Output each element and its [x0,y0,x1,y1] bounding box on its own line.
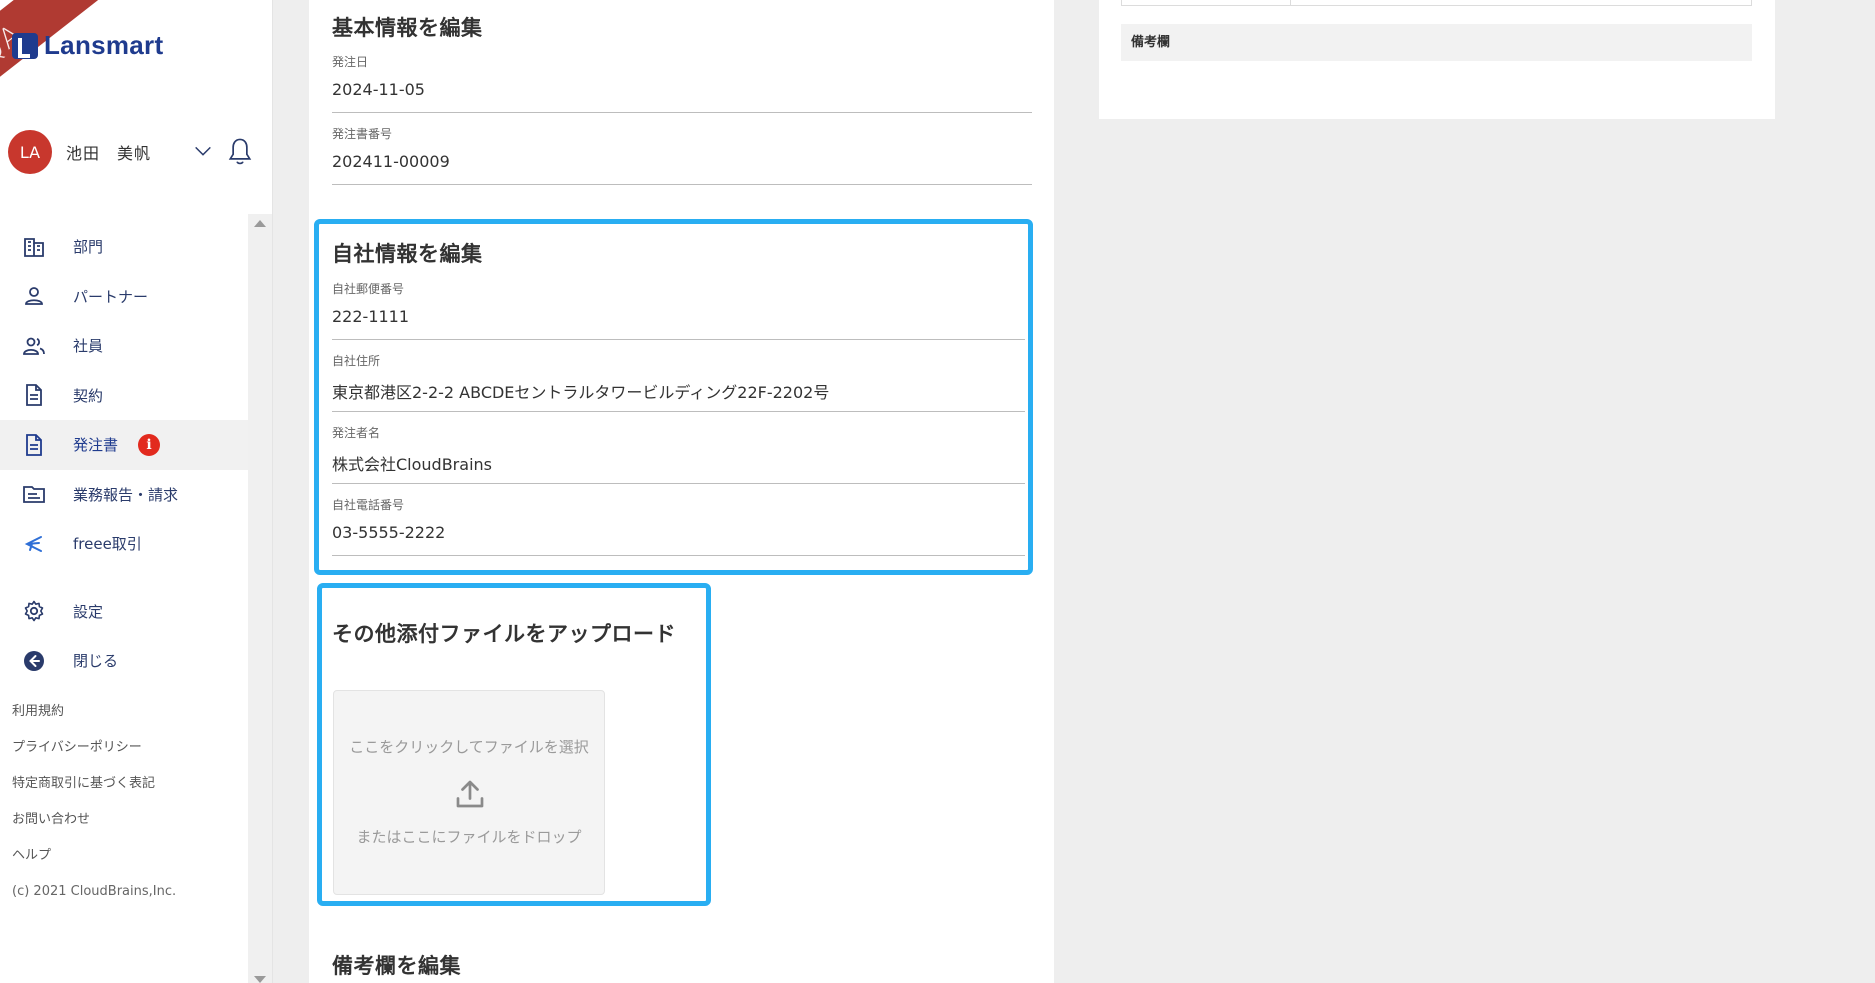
sidebar-item-settings[interactable]: 設定 [0,587,248,637]
dropzone-drop-text: またはここにファイルをドロップ [356,828,582,846]
user-name: 池田 美帆 [66,144,152,163]
company-info-title: 自社情報を編集 [332,242,483,266]
sidebar-item-purchase-orders[interactable]: 発注書 i [0,420,248,470]
sidebar-item-label: freee取引 [73,535,142,554]
remarks-edit-title: 備考欄を編集 [332,954,461,978]
sidebar-item-departments[interactable]: 部門 [0,222,248,272]
preview-panel: 備考欄 [1099,0,1775,119]
sidebar-item-label: 業務報告・請求 [73,485,179,504]
order-number-field[interactable]: 発注書番号 202411-00009 [332,125,1032,185]
company-postal-field[interactable]: 自社郵便番号 222-1111 [332,280,1025,340]
preview-remarks-label: 備考欄 [1121,24,1752,61]
chevron-down-icon[interactable] [192,140,214,162]
preview-table-row [1121,0,1752,6]
logo-mark-icon [12,32,38,59]
back-arrow-icon [24,650,44,671]
sidebar-item-label: パートナー [73,287,149,306]
sidebar-nav: 部門 パートナー 社員 契約 発注書 i 業務報告・請求 freee取引 設定 … [0,222,248,686]
file-dropzone[interactable]: ここをクリックしてファイルを選択 またはここにファイルをドロップ [333,690,605,895]
avatar: LA [8,130,52,174]
footer-link-commerce-law[interactable]: 特定商取引に基づく表記 [12,772,155,808]
building-icon [24,237,44,257]
bell-icon[interactable] [226,136,254,168]
gear-icon [24,600,44,622]
order-number-value[interactable]: 202411-00009 [332,152,1032,176]
upload-icon [456,780,484,808]
order-date-field[interactable]: 発注日 2024-11-05 [332,53,1032,113]
footer-link-contact[interactable]: お問い合わせ [12,808,155,844]
orderer-name-value[interactable]: 株式会社CloudBrains [332,451,1025,475]
order-date-label: 発注日 [332,55,369,69]
logo[interactable]: Lansmart [12,30,163,61]
notification-badge: i [138,433,161,456]
folder-icon [23,486,45,504]
order-date-value[interactable]: 2024-11-05 [332,80,1032,104]
person-icon [25,287,43,306]
sidebar-item-freee[interactable]: freee取引 [0,519,248,569]
footer-link-privacy[interactable]: プライバシーポリシー [12,736,155,772]
company-address-value[interactable]: 東京都港区2-2-2 ABCDEセントラルタワービルディング22F-2202号 [332,379,1025,403]
sidebar-item-label: 閉じる [73,652,119,671]
orderer-name-label: 発注者名 [332,426,381,440]
people-icon [23,337,45,355]
document-icon [26,433,42,456]
copyright: (c) 2021 CloudBrains,Inc. [12,884,177,899]
company-address-field[interactable]: 自社住所 東京都港区2-2-2 ABCDEセントラルタワービルディング22F-2… [332,352,1025,412]
sidebar-item-label: 部門 [73,238,104,257]
user-menu[interactable]: LA 池田 美帆 [8,130,263,174]
company-postal-value[interactable]: 222-1111 [332,307,1025,331]
sidebar-item-partners[interactable]: パートナー [0,272,248,322]
order-number-label: 発注書番号 [332,127,393,141]
sidebar: QA Lansmart LA 池田 美帆 部門 パートナー 社員 契約 発注書 [0,0,273,983]
sidebar-item-label: 設定 [73,602,104,621]
orderer-name-field[interactable]: 発注者名 株式会社CloudBrains [332,424,1025,484]
sidebar-item-label: 社員 [73,337,104,356]
document-icon [26,384,42,407]
sidebar-item-contracts[interactable]: 契約 [0,371,248,421]
sidebar-item-employees[interactable]: 社員 [0,321,248,371]
company-postal-label: 自社郵便番号 [332,282,405,296]
company-address-label: 自社住所 [332,354,381,368]
logo-text: Lansmart [44,30,164,60]
basic-info-title: 基本情報を編集 [332,16,483,40]
freee-icon [24,535,42,552]
company-phone-value[interactable]: 03-5555-2222 [332,523,1025,547]
footer-links: 利用規約 プライバシーポリシー 特定商取引に基づく表記 お問い合わせ ヘルプ [12,700,155,880]
dropzone-click-text: ここをクリックしてファイルを選択 [349,738,589,756]
sidebar-scrollbar[interactable] [248,214,272,983]
footer-link-help[interactable]: ヘルプ [12,844,155,880]
sidebar-item-reports-billing[interactable]: 業務報告・請求 [0,470,248,520]
sidebar-item-label: 発注書 [73,436,119,455]
company-phone-field[interactable]: 自社電話番号 03-5555-2222 [332,496,1025,556]
scroll-down-arrow-icon[interactable] [254,976,266,983]
sidebar-item-close[interactable]: 閉じる [0,636,248,686]
company-phone-label: 自社電話番号 [332,498,405,512]
footer-link-terms[interactable]: 利用規約 [12,700,155,736]
upload-title: その他添付ファイルをアップロード [332,622,676,646]
sidebar-item-label: 契約 [73,386,104,405]
scroll-up-arrow-icon[interactable] [254,220,266,227]
